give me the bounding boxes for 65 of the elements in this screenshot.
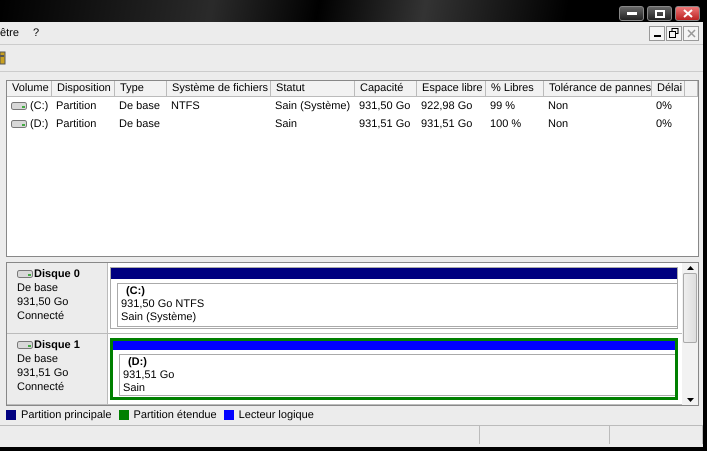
partition-block[interactable]: (C:) 931,50 Go NTFS Sain (Système) [110,267,678,329]
drive-icon [11,102,27,110]
disk-name: Disque 1 [34,338,80,352]
scroll-down-icon[interactable] [686,398,694,402]
close-button[interactable] [675,6,700,21]
drive-icon [11,120,27,128]
table-cell: Non [548,118,568,130]
table-cell: Sain [275,118,298,130]
table-cell: 931,51 Go [359,118,410,130]
maximize-icon [654,10,664,18]
table-cell: 0% [656,118,672,130]
table-cell: Non [548,100,568,112]
table-cell: 931,50 Go [359,100,410,112]
column-header[interactable]: Espace libre [417,81,486,97]
table-cell: Sain (Système) [275,100,350,112]
menu-item[interactable]: ? [32,27,48,39]
table-cell: 99 % [490,100,516,112]
restore-icon [669,28,679,38]
column-header[interactable]: Statut [271,81,355,97]
partition-label: (D:) [127,356,148,369]
column-header[interactable]: % Libres [486,81,544,97]
column-header[interactable]: Tolérance de pannes [544,81,652,97]
scroll-up-icon[interactable] [686,266,694,270]
close-icon [686,28,696,38]
table-cell: 100 % [490,118,522,130]
table-cell: (C:) [30,100,48,112]
table-cell: NTFS [171,100,200,112]
disk-type: De base [17,281,59,295]
minimize-icon [626,12,636,15]
partition-size: 931,50 Go NTFS [121,298,206,311]
minimize-button[interactable] [649,26,665,40]
disk-size: 931,51 Go [17,366,70,380]
column-header[interactable]: Délai [652,81,685,97]
minimize-button[interactable] [619,6,644,21]
menu-item[interactable]: être [0,27,27,39]
table-cell: 922,98 Go [421,100,472,112]
table-cell: 931,51 Go [421,118,472,130]
legend-label: Partition étendue [134,409,217,421]
disk-type: De base [17,352,59,366]
column-header[interactable]: Système de fichiers [167,81,271,97]
close-icon [682,9,692,18]
column-header[interactable]: Disposition [52,81,115,97]
disk-state: Connecté [17,309,66,323]
disk-name: Disque 0 [34,267,80,281]
column-header[interactable]: Type [115,81,167,97]
partition-status: Sain [123,382,146,395]
column-header[interactable]: Capacité [355,81,417,97]
table-cell: De base [119,118,160,130]
partition-size: 931,51 Go [123,369,176,382]
legend-label: Partition principale [21,409,112,421]
partition-label: (C:) [125,285,146,298]
legend-label: Lecteur logique [238,409,314,421]
table-cell: 0% [656,100,672,112]
table-cell: Partition [56,118,96,130]
partition-block[interactable]: (D:) 931,51 Go Sain [110,338,678,400]
column-header[interactable]: Volume [7,81,52,97]
table-cell: De base [119,100,160,112]
disk-state: Connecté [17,380,66,394]
table-cell: Partition [56,100,96,112]
table-cell: (D:) [30,118,48,130]
scrollbar[interactable] [682,263,698,405]
disk-size: 931,50 Go [17,295,70,309]
maximize-button[interactable] [647,6,672,21]
restore-button[interactable] [666,26,682,40]
partition-status: Sain (Système) [121,311,198,324]
